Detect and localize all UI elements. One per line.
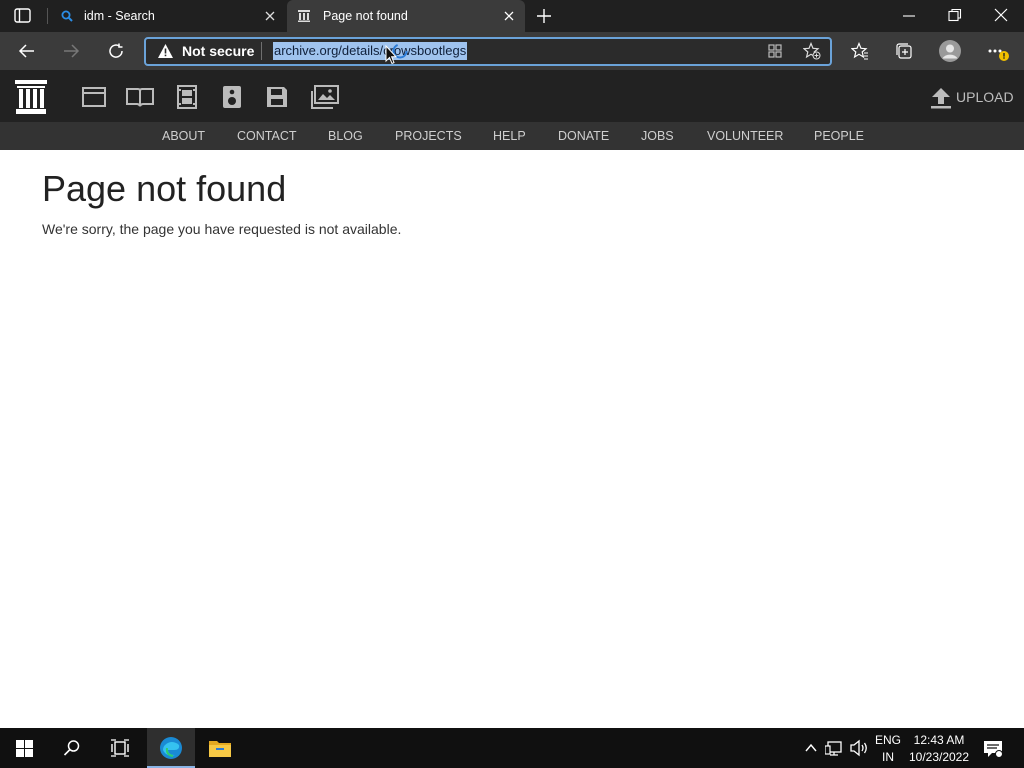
tab-title: idm - Search — [84, 9, 155, 23]
notifications-icon[interactable] — [983, 739, 1003, 759]
archive-logo-icon[interactable] — [14, 79, 48, 115]
volume-icon[interactable] — [849, 739, 869, 757]
tab-title: Page not found — [323, 9, 408, 23]
more-menu-icon[interactable] — [988, 44, 1012, 62]
audio-icon[interactable] — [222, 85, 242, 109]
add-favorite-icon[interactable] — [803, 42, 821, 60]
apps-icon[interactable] — [767, 43, 783, 59]
texts-icon[interactable] — [126, 86, 154, 108]
taskbar-edge-button[interactable] — [147, 728, 195, 768]
forward-icon[interactable] — [62, 42, 80, 60]
clock-date[interactable]: 10/23/2022 — [906, 750, 972, 764]
nav-people[interactable]: PEOPLE — [814, 129, 864, 143]
close-icon[interactable] — [501, 8, 517, 24]
url-input[interactable]: archive.org/details/crowsbootlegs — [273, 42, 468, 60]
warning-icon[interactable] — [157, 43, 174, 59]
nav-donate[interactable]: DONATE — [558, 129, 609, 143]
restore-icon[interactable] — [948, 8, 962, 22]
refresh-icon[interactable] — [107, 42, 125, 60]
language-indicator[interactable]: ENG — [872, 733, 904, 747]
profile-avatar-icon[interactable] — [939, 40, 961, 62]
archive-icon — [297, 9, 311, 23]
search-icon — [60, 9, 74, 23]
video-icon[interactable] — [176, 85, 198, 109]
tab-idm-search[interactable]: idm - Search — [48, 0, 286, 32]
network-icon[interactable] — [825, 739, 843, 757]
new-tab-icon[interactable] — [535, 7, 553, 25]
url-separator — [261, 42, 262, 60]
web-icon[interactable] — [82, 86, 106, 108]
nav-help[interactable]: HELP — [493, 129, 526, 143]
page-title: Page not found — [42, 168, 287, 209]
mouse-cursor-icon — [385, 45, 397, 65]
tab-actions-icon[interactable] — [14, 8, 32, 24]
minimize-icon[interactable] — [902, 9, 916, 23]
error-message: We're sorry, the page you have requested… — [42, 221, 402, 237]
upload-link[interactable]: UPLOAD — [956, 89, 1014, 105]
nav-about[interactable]: ABOUT — [162, 129, 205, 143]
tab-strip: idm - Search Page not found — [0, 0, 1024, 32]
edge-icon — [159, 736, 183, 760]
chevron-up-icon[interactable] — [804, 741, 818, 755]
language-region[interactable]: IN — [872, 750, 904, 764]
search-icon[interactable] — [63, 739, 81, 757]
nav-blog[interactable]: BLOG — [328, 129, 363, 143]
favorites-icon[interactable] — [851, 42, 869, 60]
software-icon[interactable] — [266, 86, 288, 108]
back-icon[interactable] — [18, 42, 36, 60]
collections-icon[interactable] — [895, 42, 913, 60]
nav-projects[interactable]: PROJECTS — [395, 129, 462, 143]
nav-volunteer[interactable]: VOLUNTEER — [707, 129, 783, 143]
upload-icon[interactable] — [929, 87, 953, 109]
close-window-icon[interactable] — [994, 8, 1008, 22]
close-icon[interactable] — [262, 8, 278, 24]
security-label[interactable]: Not secure — [182, 43, 254, 59]
nav-contact[interactable]: CONTACT — [237, 129, 297, 143]
clock-time[interactable]: 12:43 AM — [908, 733, 970, 747]
nav-jobs[interactable]: JOBS — [641, 129, 674, 143]
task-view-icon[interactable] — [110, 739, 130, 757]
windows-start-icon[interactable] — [16, 740, 33, 757]
tab-page-not-found[interactable]: Page not found — [287, 0, 525, 32]
images-icon[interactable] — [311, 85, 339, 109]
file-explorer-icon[interactable] — [208, 738, 232, 758]
